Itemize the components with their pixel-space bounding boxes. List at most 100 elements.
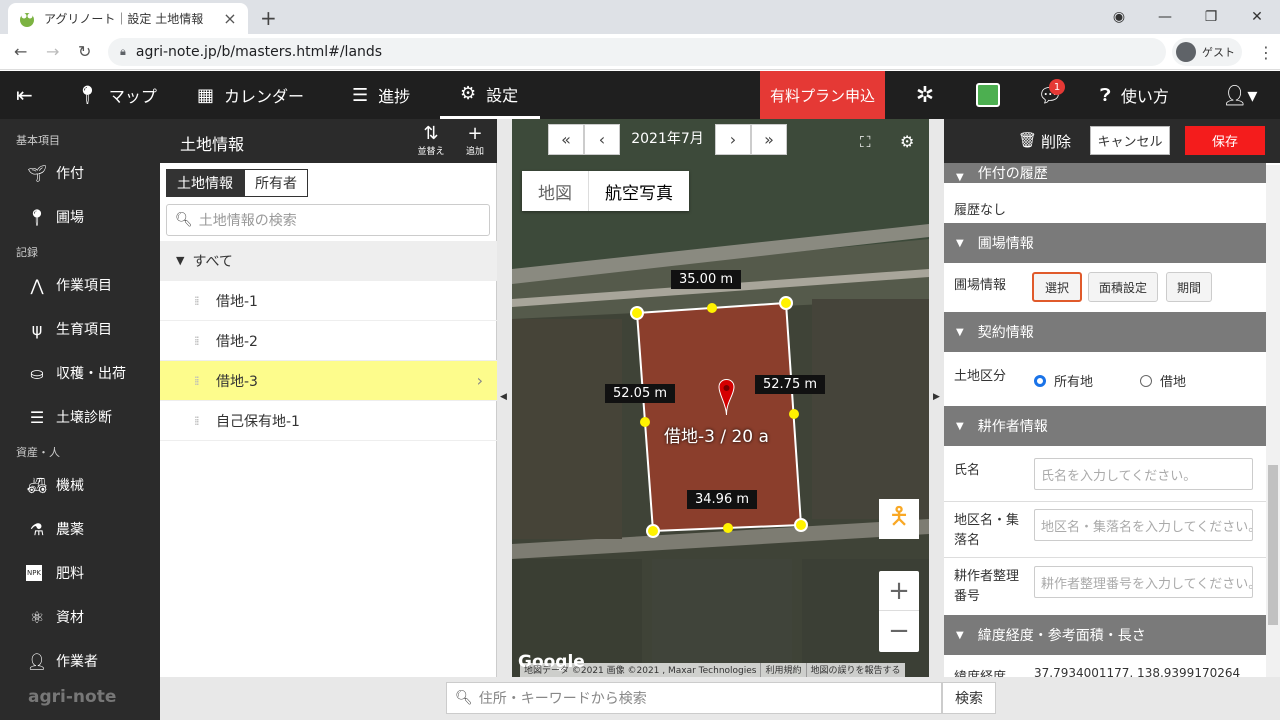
drag-handle-icon[interactable]: ⁞⁞ (194, 334, 210, 348)
guest-profile-button[interactable]: ゲスト (1172, 38, 1242, 66)
prev-year-button[interactable]: « (548, 124, 584, 155)
sidebar-section-assets: 資産・人 (16, 446, 60, 459)
list-item[interactable]: ⁞⁞ 借地-1 (160, 281, 497, 321)
sidebar-item-material[interactable]: ⚛ 資材 (26, 607, 84, 627)
sidebar-item-crop[interactable]: 🌱︎ 作付 (26, 163, 84, 183)
tab-owner[interactable]: 所有者 (244, 169, 308, 197)
collapse-right-handle[interactable]: ▶ (929, 119, 944, 677)
zoom-out-button[interactable]: − (879, 611, 919, 651)
list-group-all[interactable]: ▼ すべて (160, 241, 497, 281)
terms-link[interactable]: 利用規約 (761, 663, 807, 677)
sidebar-item-pesticide[interactable]: ⚗ 農薬 (26, 519, 84, 539)
tab-close-icon[interactable]: × (222, 9, 238, 28)
grass-icon: ψ (31, 319, 43, 339)
select-field-button[interactable]: 選択 (1032, 272, 1082, 302)
paid-plan-button[interactable]: 有料プラン申込 (760, 71, 885, 119)
profile-circle-icon[interactable]: ◉ (1096, 9, 1142, 25)
cancel-button[interactable]: キャンセル (1090, 126, 1170, 155)
basket-icon: ⛀ (30, 363, 44, 383)
sidebar-item-label: 機械 (56, 478, 84, 494)
sidebar-item-label: 作業者 (56, 654, 98, 670)
reload-icon[interactable]: ↻ (78, 42, 91, 61)
tab-land-info[interactable]: 土地情報 (166, 169, 244, 197)
radio-unchecked-icon (1140, 374, 1152, 387)
name-input[interactable]: 氏名を入力してください。 (1034, 458, 1253, 490)
address-search-input[interactable]: 🔍︎ 住所・キーワードから検索 (446, 682, 942, 714)
address-search-button[interactable]: 検索 (942, 682, 996, 714)
sidebar-item-fertilizer[interactable]: NPK 肥料 (26, 563, 84, 583)
detail-toolbar: 🗑︎ 削除 キャンセル 保存 (944, 119, 1280, 163)
sidebar-item-growth[interactable]: ψ 生育項目 (26, 319, 112, 339)
hoe-icon: ⋀ (30, 275, 44, 295)
checklist-icon: ☰ (352, 84, 369, 106)
list-item[interactable]: ⁞⁞ 借地-2 (160, 321, 497, 361)
row-divider (944, 557, 1266, 558)
trash-icon: 🗑︎ (1018, 131, 1038, 149)
calendar-icon: ▦ (197, 84, 215, 106)
sidebar-item-field[interactable]: 📍︎ 圃場 (26, 207, 84, 227)
section-contract[interactable]: ▼ 契約情報 (944, 312, 1266, 352)
drag-handle-icon[interactable]: ⁞⁞ (194, 374, 210, 388)
notebook-icon[interactable] (974, 81, 1002, 109)
fullscreen-icon[interactable]: ⛶ (860, 133, 871, 151)
back-icon[interactable]: ← (14, 42, 27, 61)
radio-leased[interactable]: 借地 (1140, 371, 1186, 390)
map-type-map[interactable]: 地図 (522, 171, 589, 211)
user-menu-icon[interactable]: 👤︎▾ (1222, 71, 1257, 119)
prev-month-button[interactable]: ‹ (584, 124, 620, 155)
snowflake-badge-icon[interactable]: ✲ (911, 81, 939, 109)
sort-button[interactable]: ⇅ 並替え (416, 123, 446, 157)
triangle-down-icon: ▼ (176, 254, 185, 267)
period-button[interactable]: 期間 (1166, 272, 1212, 302)
collapse-left-handle[interactable]: ◀ (497, 119, 512, 677)
minimize-icon[interactable]: — (1142, 9, 1188, 25)
nav-calendar[interactable]: ▦ カレンダー (197, 71, 304, 119)
add-button[interactable]: + 追加 (460, 123, 490, 157)
help-button[interactable]: ❓︎ 使い方 (1100, 71, 1169, 119)
sidebar-item-worker[interactable]: 👤︎ 作業者 (26, 651, 98, 671)
menu-collapse-icon[interactable]: ⇤ (16, 71, 33, 119)
nav-settings[interactable]: ⚙ 設定 (440, 71, 540, 119)
next-month-button[interactable]: › (715, 124, 751, 155)
sidebar-item-work[interactable]: ⋀ 作業項目 (26, 275, 112, 295)
url-field[interactable]: 🔒︎ agri-note.jp/b/masters.html#/lands (108, 38, 1166, 66)
list-item-selected[interactable]: ⁞⁞ 借地-3 › (160, 361, 497, 401)
save-button[interactable]: 保存 (1185, 126, 1265, 155)
forward-icon[interactable]: → (46, 42, 59, 61)
radio-owned[interactable]: 所有地 (1034, 371, 1093, 390)
drag-handle-icon[interactable]: ⁞⁞ (194, 294, 210, 308)
browser-menu-icon[interactable]: ⋮ (1258, 43, 1274, 62)
drag-handle-icon[interactable]: ⁞⁞ (194, 414, 210, 428)
sidebar-item-harvest[interactable]: ⛀ 収穫・出荷 (26, 363, 126, 383)
sidebar-item-machine[interactable]: 🚜︎ 機械 (26, 475, 84, 495)
delete-button[interactable]: 🗑︎ 削除 (1018, 131, 1071, 152)
pegman-icon[interactable]: 🯅 (879, 499, 919, 539)
avatar-icon (1176, 42, 1196, 62)
new-tab-icon[interactable]: + (260, 6, 277, 30)
zoom-in-button[interactable]: + (879, 571, 919, 611)
section-title: 耕作者情報 (977, 419, 1048, 435)
section-latlng[interactable]: ▼ 緯度経度・参考面積・長さ (944, 615, 1266, 655)
scrollbar-thumb[interactable] (1268, 465, 1278, 625)
farmer-number-input[interactable]: 耕作者整理番号を入力してください。 (1034, 566, 1253, 598)
close-window-icon[interactable]: ✕ (1234, 9, 1280, 25)
nav-map[interactable]: 📍︎ マップ (76, 71, 157, 119)
district-input[interactable]: 地区名・集落名を入力してください。 (1034, 509, 1253, 541)
next-year-button[interactable]: » (751, 124, 787, 155)
sidebar-item-label: 土壌診断 (56, 410, 112, 426)
map-type-aerial[interactable]: 航空写真 (589, 171, 689, 211)
sidebar-item-label: 作業項目 (56, 278, 112, 294)
section-farmer[interactable]: ▼ 耕作者情報 (944, 406, 1266, 446)
list-item[interactable]: ⁞⁞ 自己保有地-1 (160, 401, 497, 441)
report-error-link[interactable]: 地図の誤りを報告する (807, 663, 905, 677)
browser-tab[interactable]: アグリノート｜設定 土地情報 × (8, 3, 248, 34)
section-field-info[interactable]: ▼ 圃場情報 (944, 223, 1266, 263)
map-settings-gear-icon[interactable]: ⚙ (900, 132, 914, 151)
month-label: 2021年7月 (631, 131, 704, 147)
sidebar-item-soil[interactable]: ☰ 土壌診断 (26, 407, 112, 427)
area-setting-button[interactable]: 面積設定 (1088, 272, 1158, 302)
section-crop-history[interactable]: ▼ 作付の履歴 (944, 163, 1266, 183)
land-search-input[interactable]: 🔍︎ 土地情報の検索 (166, 204, 490, 236)
nav-progress[interactable]: ☰ 進捗 (352, 71, 410, 119)
restore-icon[interactable]: ❐ (1188, 9, 1234, 25)
